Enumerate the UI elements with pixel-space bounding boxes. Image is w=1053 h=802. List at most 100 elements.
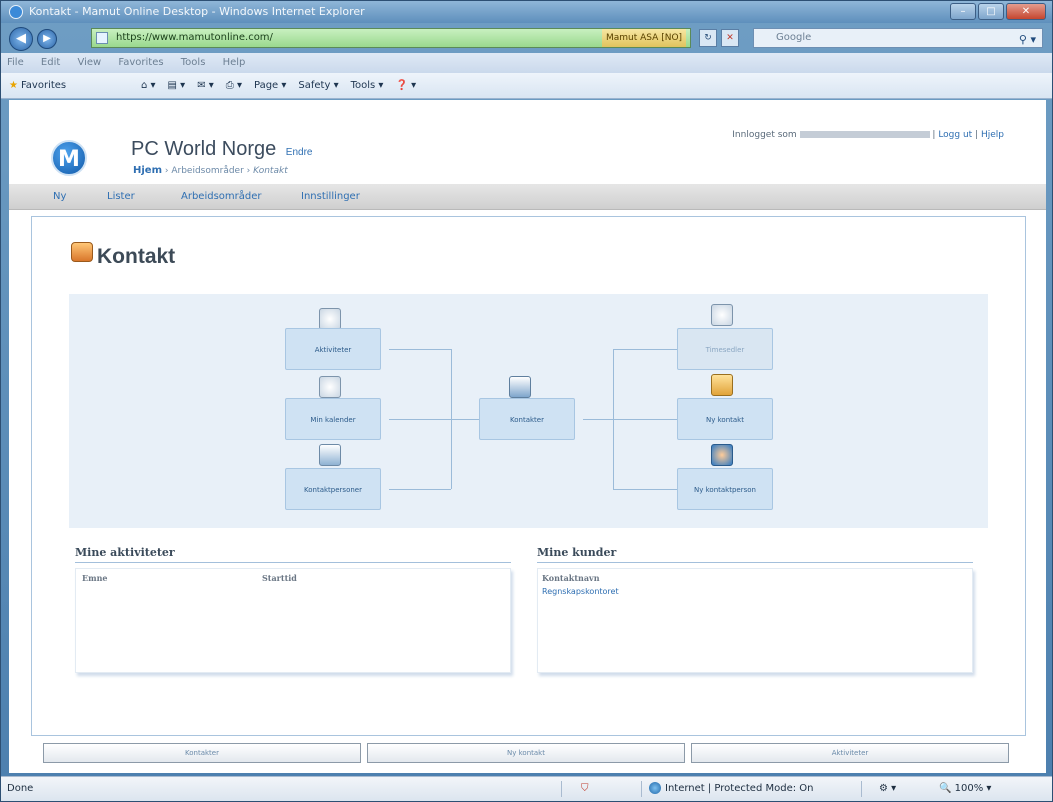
zoom-control[interactable]: 🔍 100% ▾ bbox=[939, 777, 991, 801]
new-contact-button[interactable]: Ny kontakt bbox=[367, 743, 685, 763]
connector bbox=[583, 419, 677, 420]
nav-settings[interactable]: Innstillinger bbox=[301, 184, 360, 210]
search-input[interactable]: Google ⚲ ▾ bbox=[753, 28, 1043, 48]
menu-tools[interactable]: Tools bbox=[181, 57, 206, 68]
breadcrumb-area[interactable]: Arbeidsområder bbox=[171, 166, 243, 176]
menu-file[interactable]: File bbox=[7, 57, 24, 68]
star-icon: ★ bbox=[9, 80, 18, 91]
nav-lists[interactable]: Lister bbox=[107, 184, 135, 210]
menu-help[interactable]: Help bbox=[223, 57, 246, 68]
column-header-contact-name[interactable]: Kontaktnavn bbox=[542, 573, 600, 583]
close-button[interactable]: ✕ bbox=[1006, 3, 1046, 20]
node-calendar[interactable]: Min kalender bbox=[285, 398, 381, 440]
breadcrumb-home[interactable]: Hjem bbox=[133, 165, 162, 176]
activities-title: Mine aktiviteter bbox=[75, 546, 175, 559]
app-header: M PC World Norge Endre Hjem › Arbeidsomr… bbox=[9, 100, 1046, 184]
menu-favorites[interactable]: Favorites bbox=[118, 57, 163, 68]
contacts-button[interactable]: Kontakter bbox=[43, 743, 361, 763]
status-bar: Done ⛉ Internet | Protected Mode: On ⚙ ▾… bbox=[1, 776, 1052, 801]
connector bbox=[389, 419, 479, 420]
edit-company-link[interactable]: Endre bbox=[286, 147, 313, 158]
favorites-button[interactable]: ★ Favorites bbox=[9, 73, 66, 99]
calendar-icon bbox=[319, 376, 341, 398]
connector bbox=[613, 489, 677, 490]
feeds-icon[interactable]: ▤ ▾ bbox=[168, 73, 186, 99]
search-icon[interactable]: ⚲ ▾ bbox=[1019, 31, 1036, 49]
bottom-toolbar: Kontakter Ny kontakt Aktiviteter bbox=[31, 743, 1013, 765]
nav-workspaces[interactable]: Arbeidsområder bbox=[181, 184, 262, 210]
divider bbox=[75, 562, 511, 563]
divider bbox=[537, 562, 973, 563]
node-contact-persons[interactable]: Kontaktpersoner bbox=[285, 468, 381, 510]
address-bar[interactable]: https://www.mamutonline.com/ Mamut ASA [… bbox=[91, 28, 691, 48]
activities-table: Emne Starttid bbox=[75, 568, 511, 673]
browser-window: Kontakt - Mamut Online Desktop - Windows… bbox=[0, 0, 1053, 802]
page-viewport: M PC World Norge Endre Hjem › Arbeidsomr… bbox=[9, 100, 1046, 773]
timesheet-icon bbox=[711, 304, 733, 326]
contact-persons-icon bbox=[319, 444, 341, 466]
help-icon[interactable]: ❓ ▾ bbox=[395, 73, 416, 99]
refresh-icon[interactable]: ↻ bbox=[699, 29, 717, 47]
nav-new[interactable]: Ny bbox=[53, 184, 66, 210]
security-shield-icon[interactable]: ⛉ bbox=[581, 777, 589, 801]
page-menu[interactable]: Page ▾ bbox=[254, 73, 286, 99]
globe-icon bbox=[649, 782, 661, 794]
security-zone[interactable]: Internet | Protected Mode: On bbox=[649, 777, 813, 801]
menu-view[interactable]: View bbox=[77, 57, 101, 68]
customers-table: Kontaktnavn Regnskapskontoret bbox=[537, 568, 973, 673]
home-icon[interactable]: ⌂ ▾ bbox=[141, 73, 156, 99]
page-title: Kontakt bbox=[97, 245, 176, 268]
safety-menu[interactable]: Safety ▾ bbox=[298, 73, 338, 99]
popup-settings-icon[interactable]: ⚙ ▾ bbox=[879, 777, 896, 801]
company-name: PC World Norge Endre bbox=[131, 138, 313, 160]
table-row[interactable]: Regnskapskontoret bbox=[542, 587, 619, 596]
help-link[interactable]: Hjelp bbox=[981, 130, 1004, 140]
new-contact-icon bbox=[711, 374, 733, 396]
minimize-button[interactable]: – bbox=[950, 3, 976, 20]
divider bbox=[561, 781, 562, 797]
search-placeholder: Google bbox=[776, 32, 812, 43]
menu-edit[interactable]: Edit bbox=[41, 57, 60, 68]
customers-title: Mine kunder bbox=[537, 546, 617, 559]
activities-panel: Mine aktiviteter Emne Starttid bbox=[75, 546, 515, 676]
new-contact-person-icon bbox=[711, 444, 733, 466]
node-new-contact[interactable]: Ny kontakt bbox=[677, 398, 773, 440]
print-icon[interactable]: ⎙ ▾ bbox=[226, 73, 242, 99]
node-new-contact-person[interactable]: Ny kontaktperson bbox=[677, 468, 773, 510]
node-timesheets[interactable]: Timesedler bbox=[677, 328, 773, 370]
workflow-diagram: Aktiviteter Min kalender Kontaktpersoner… bbox=[69, 294, 988, 528]
menu-bar: File Edit View Favorites Tools Help bbox=[1, 53, 1052, 73]
breadcrumb: Hjem › Arbeidsområder › Kontakt bbox=[133, 165, 288, 176]
forward-button[interactable]: ▶ bbox=[37, 29, 57, 49]
url-text: https://www.mamutonline.com/ bbox=[116, 32, 273, 43]
connector bbox=[613, 349, 677, 350]
customers-panel: Mine kunder Kontaktnavn Regnskapskontore… bbox=[537, 546, 977, 676]
connector bbox=[613, 349, 614, 489]
tools-menu[interactable]: Tools ▾ bbox=[351, 73, 384, 99]
page-icon bbox=[96, 32, 108, 44]
favorites-bar: ★ Favorites ⌂ ▾ ▤ ▾ ✉ ▾ ⎙ ▾ Page ▾ Safety… bbox=[1, 73, 1052, 99]
maximize-button[interactable]: □ bbox=[978, 3, 1004, 20]
column-header-subject[interactable]: Emne bbox=[82, 573, 107, 583]
node-activities[interactable]: Aktiviteter bbox=[285, 328, 381, 370]
mamut-logo[interactable]: M bbox=[51, 140, 87, 176]
stop-icon[interactable]: ✕ bbox=[721, 29, 739, 47]
contacts-icon bbox=[509, 376, 531, 398]
connector bbox=[451, 349, 452, 489]
title-bar: Kontakt - Mamut Online Desktop - Windows… bbox=[1, 1, 1052, 23]
certificate-badge[interactable]: Mamut ASA [NO] bbox=[602, 29, 687, 47]
redacted-email bbox=[799, 131, 930, 138]
status-text: Done bbox=[7, 783, 34, 794]
connector bbox=[389, 489, 451, 490]
activities-button[interactable]: Aktiviteter bbox=[691, 743, 1009, 763]
login-info: Innlogget som | Logg ut | Hjelp bbox=[732, 130, 1004, 140]
mail-icon[interactable]: ✉ ▾ bbox=[197, 73, 214, 99]
breadcrumb-current: Kontakt bbox=[253, 166, 288, 176]
back-button[interactable]: ◀ bbox=[9, 27, 33, 51]
activities-icon bbox=[319, 308, 341, 330]
logout-link[interactable]: Logg ut bbox=[938, 130, 972, 140]
address-row: ◀ ▶ https://www.mamutonline.com/ Mamut A… bbox=[1, 23, 1052, 53]
node-contacts[interactable]: Kontakter bbox=[479, 398, 575, 440]
window-title: Kontakt - Mamut Online Desktop - Windows… bbox=[29, 5, 365, 18]
column-header-start-time[interactable]: Starttid bbox=[262, 573, 297, 583]
